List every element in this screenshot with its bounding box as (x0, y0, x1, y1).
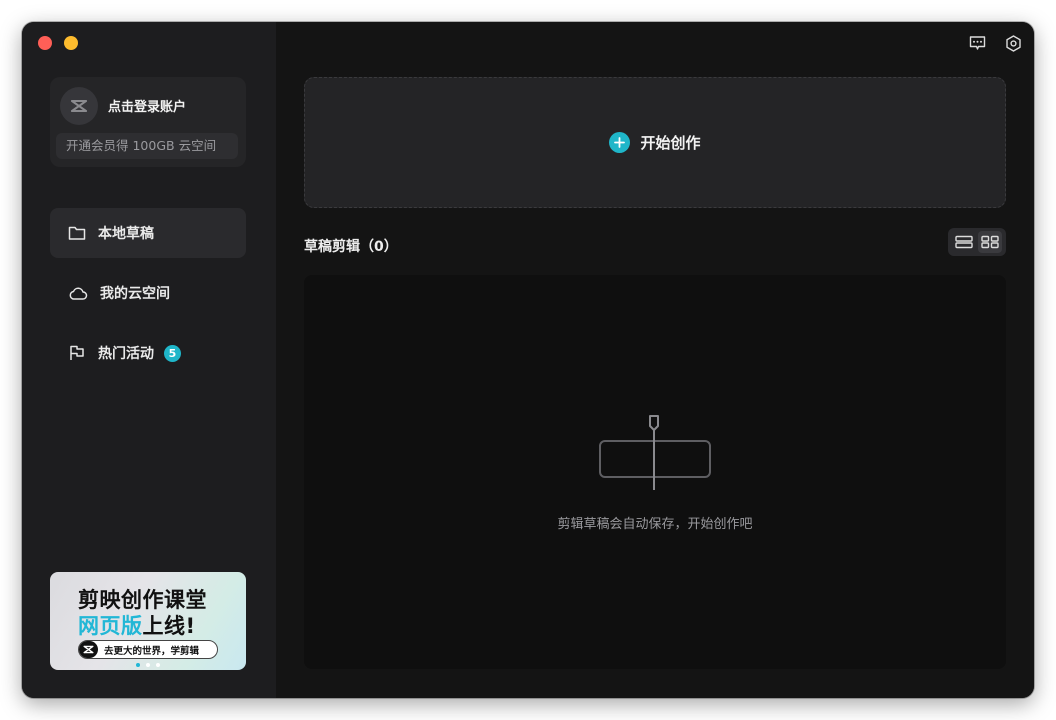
start-creation-button[interactable]: 开始创作 (304, 77, 1006, 208)
banner-cta-pill[interactable]: 去更大的世界，学剪辑 (78, 640, 218, 659)
avatar[interactable] (60, 87, 98, 125)
drafts-list-area: 剪辑草稿会自动保存，开始创作吧 (304, 275, 1006, 669)
minimize-window-button[interactable] (64, 36, 78, 50)
view-mode-toggle (948, 228, 1006, 256)
feedback-button[interactable] (968, 34, 986, 52)
sidebar: 点击登录账户 开通会员得 100GB 云空间 本地草稿 我的云空间 热门活动 5… (22, 22, 276, 698)
grid-view-icon (981, 235, 999, 249)
sidebar-nav: 本地草稿 我的云空间 热门活动 5 (50, 208, 246, 388)
drafts-section-title: 草稿剪辑（0） (304, 239, 398, 255)
empty-state-message: 剪辑草稿会自动保存，开始创作吧 (557, 517, 753, 532)
account-card[interactable]: 点击登录账户 开通会员得 100GB 云空间 (50, 77, 246, 167)
start-creation-content: 开始创作 (609, 132, 701, 153)
empty-timeline-icon (599, 415, 711, 490)
main-panel: 开始创作 草稿剪辑（0） 剪辑草稿会自动保存，开始创作吧 (276, 22, 1034, 698)
window-controls (38, 36, 78, 50)
carousel-indicator (50, 663, 246, 667)
sidebar-item-label: 我的云空间 (100, 286, 170, 302)
sidebar-item-local-drafts[interactable]: 本地草稿 (50, 208, 246, 258)
sidebar-item-hot-events[interactable]: 热门活动 5 (50, 328, 246, 378)
cloud-icon (69, 287, 88, 300)
message-icon (969, 36, 985, 50)
plus-icon (609, 132, 631, 153)
carousel-dot[interactable] (156, 663, 160, 667)
sidebar-item-label: 本地草稿 (98, 226, 154, 242)
folder-icon (68, 226, 86, 240)
close-window-button[interactable] (38, 36, 52, 50)
sidebar-item-label: 热门活动 (98, 346, 154, 362)
app-window: 点击登录账户 开通会员得 100GB 云空间 本地草稿 我的云空间 热门活动 5… (22, 22, 1034, 698)
grid-view-button[interactable] (978, 231, 1002, 253)
list-view-button[interactable] (952, 231, 976, 253)
settings-button[interactable] (1004, 34, 1022, 52)
banner-rest: 上线! (142, 614, 196, 638)
sidebar-item-cloud-space[interactable]: 我的云空间 (50, 268, 246, 318)
banner-highlight: 网页版 (78, 614, 143, 638)
promo-banner[interactable]: 剪映创作课堂 网页版上线! 去更大的世界，学剪辑 (50, 572, 246, 670)
start-creation-label: 开始创作 (640, 134, 701, 152)
carousel-dot[interactable] (146, 663, 150, 667)
top-toolbar (968, 34, 1022, 52)
vip-upgrade-banner[interactable]: 开通会员得 100GB 云空间 (56, 133, 238, 159)
flag-icon (70, 345, 84, 360)
capcut-logo-icon (79, 641, 98, 658)
carousel-dot-active[interactable] (136, 663, 140, 667)
banner-cta-text: 去更大的世界，学剪辑 (104, 645, 200, 657)
notification-badge: 5 (164, 344, 181, 362)
banner-subtitle: 网页版上线! (78, 610, 196, 640)
login-account-link[interactable]: 点击登录账户 (108, 96, 186, 115)
gear-icon (1005, 34, 1021, 52)
list-view-icon (955, 235, 973, 249)
capcut-logo-icon (71, 100, 87, 112)
